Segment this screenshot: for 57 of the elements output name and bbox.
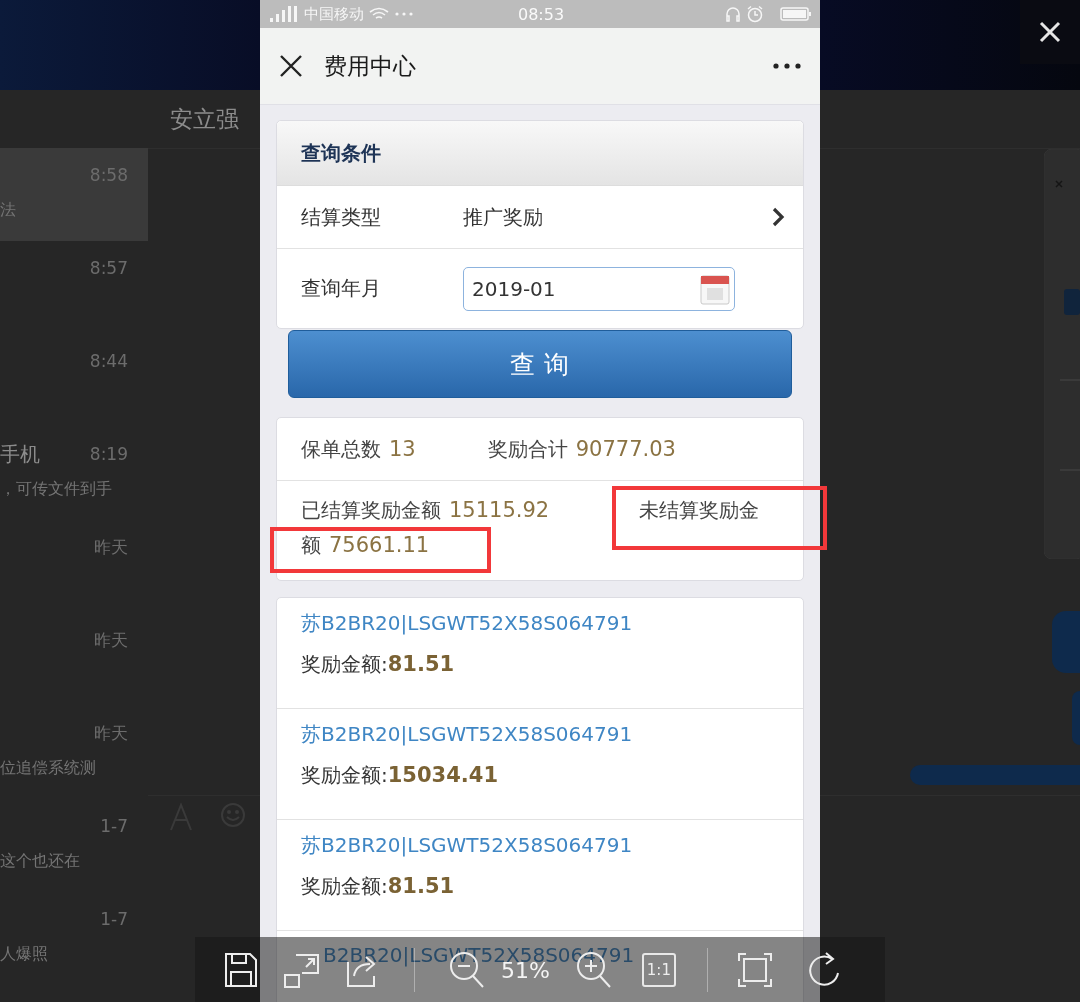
close-icon <box>1039 21 1061 43</box>
chat-time: 昨天 <box>94 721 128 745</box>
record-link[interactable]: 苏B2BR20|LSGWT52X58S064791 <box>301 611 633 635</box>
chat-name: 手机 <box>0 440 40 468</box>
chat-snippet: 人爆照 <box>0 944 49 965</box>
amount-label: 奖励金额: <box>301 651 388 678</box>
amount-label: 奖励金额: <box>301 873 388 900</box>
summary-label: 保单总数 <box>301 437 381 461</box>
amount-value: 15034.41 <box>387 763 498 787</box>
chat-time: 昨天 <box>94 535 128 559</box>
headset-icon <box>724 5 742 23</box>
page-title: 费用中心 <box>324 51 417 81</box>
status-time: 08:53 <box>518 4 565 24</box>
chat-snippet: 法 <box>0 200 17 221</box>
fullscreen-icon[interactable] <box>737 950 772 990</box>
amount-label: 奖励金额: <box>301 762 388 789</box>
query-button[interactable]: 查 询 <box>288 330 792 398</box>
record-link[interactable]: 苏B2BR20|LSGWT52X58S064791 <box>301 833 633 857</box>
save-icon[interactable] <box>224 950 258 990</box>
more-icon <box>394 11 414 17</box>
close-button[interactable] <box>1020 0 1080 64</box>
wifi-icon <box>368 6 390 22</box>
chat-time: 昨天 <box>94 628 128 652</box>
summary-value: 13 <box>389 437 416 461</box>
alarm-icon <box>746 5 764 23</box>
chat-time: 8:44 <box>89 351 128 371</box>
message-bubble <box>1072 691 1080 745</box>
summary-value: 90777.03 <box>575 437 676 461</box>
signal-icon <box>268 5 300 23</box>
chat-snippet: 这个也还在 <box>0 851 81 872</box>
date-field[interactable]: 2019-01 <box>463 266 735 311</box>
summary-value: 15115.92 <box>449 498 550 522</box>
amount-value: 81.51 <box>387 874 455 898</box>
chat-time: 8:19 <box>89 444 128 464</box>
chat-time: 1-7 <box>100 909 128 929</box>
record-link[interactable]: 苏B2BR20|LSGWT52X58S064791 <box>301 722 633 746</box>
summary-label: 奖励合计 <box>487 437 568 461</box>
summary-label: 未结算奖励金 <box>639 498 760 522</box>
message-bubble <box>1052 611 1080 673</box>
chevron-right-icon <box>771 207 785 227</box>
close-icon[interactable] <box>278 53 304 79</box>
field-label: 查询年月 <box>301 275 382 302</box>
chat-snippet: ，可传文件到手 <box>0 479 113 500</box>
actual-size-button[interactable]: 1:1 <box>641 953 676 987</box>
chat-title: 安立强 <box>170 104 239 134</box>
select-value[interactable]: 推广奖励 <box>463 203 771 231</box>
summary-label: 额 <box>301 533 321 557</box>
section-title: 查询条件 <box>301 139 381 167</box>
summary-value: 75661.11 <box>329 533 430 557</box>
summary-label: 已结算奖励金额 <box>301 498 441 522</box>
more-icon[interactable] <box>772 62 802 70</box>
chat-time: 8:57 <box>89 258 128 278</box>
chat-snippet: 位追偿系统测 <box>0 758 97 779</box>
battery-icon <box>780 6 812 22</box>
amount-value: 81.51 <box>387 652 455 676</box>
chat-time: 1-7 <box>100 816 128 836</box>
field-label: 结算类型 <box>301 203 382 231</box>
